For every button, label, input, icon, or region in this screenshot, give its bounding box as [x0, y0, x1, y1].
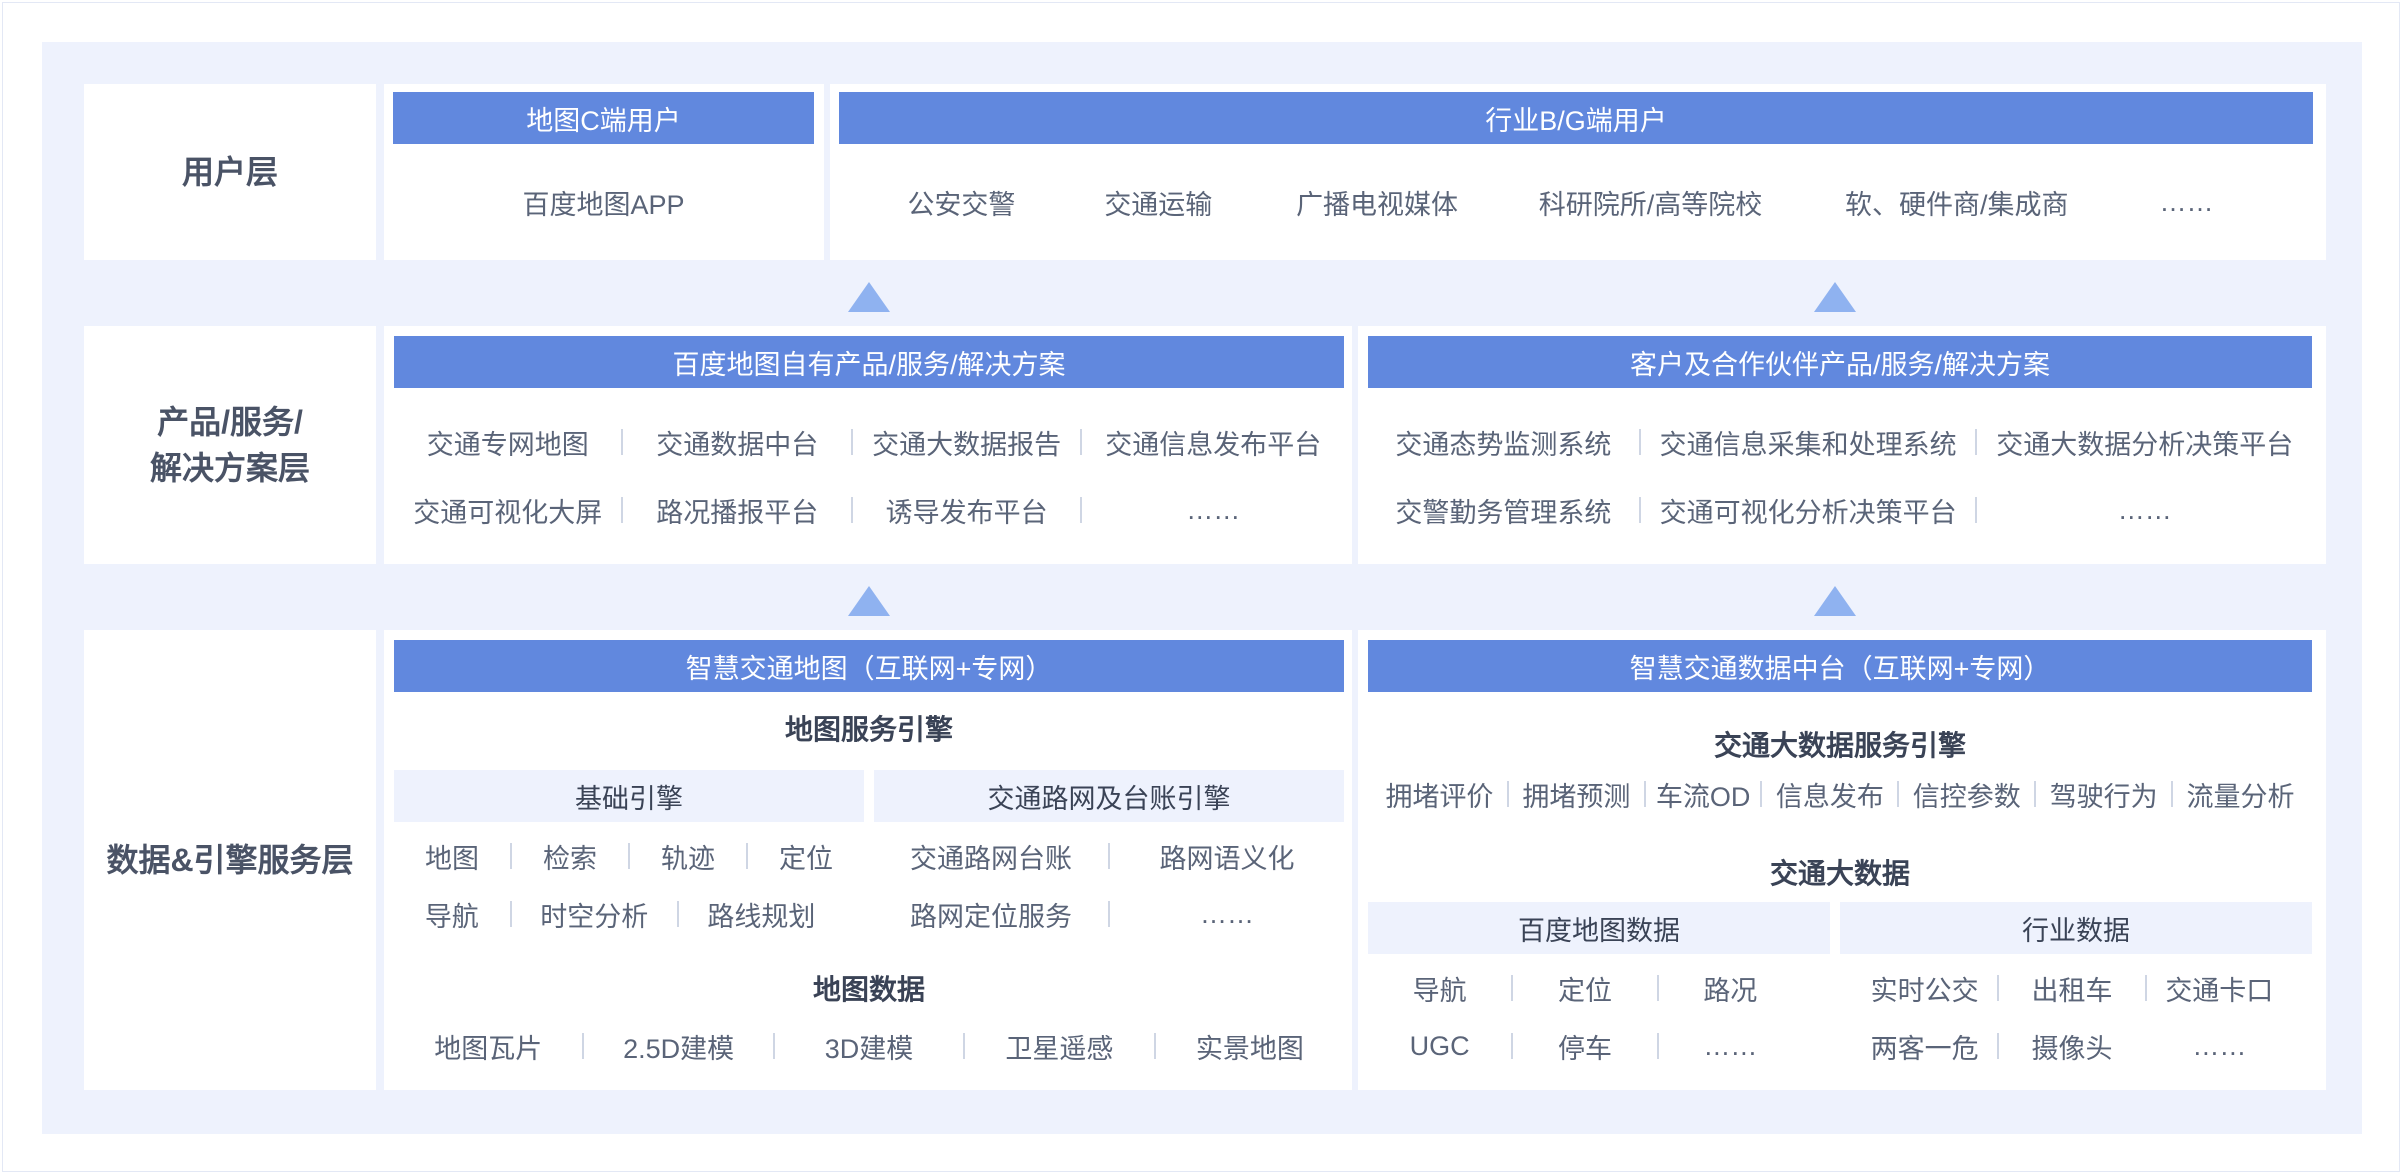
industry-data-row2: 两客一危 摄像头 …… [1852, 1026, 2292, 1066]
product-left-item: 交通可视化大屏 [413, 497, 603, 528]
user-bg-row: 公安交警 交通运输 广播电视媒体 科研院所/高等院校 软、硬件商/集成商 …… [863, 182, 2263, 222]
product-layer-label-line2: 解决方案层 [149, 450, 310, 486]
product-right-item: 交通信息采集和处理系统 [1659, 429, 1957, 460]
product-left-row1: 交通专网地图 交通数据中台 交通大数据报告 交通信息发布平台 [394, 422, 1344, 462]
product-right-item: 交警勤务管理系统 [1395, 497, 1612, 528]
basic-engine-item: 轨迹 [661, 843, 715, 874]
industry-data-item: 实时公交 [1870, 975, 1979, 1006]
road-engine-item: …… [1200, 898, 1254, 929]
industry-data-item: 两客一危 [1870, 1033, 1979, 1064]
map-engine-title: 地图服务引擎 [784, 714, 953, 745]
basic-engine-item: 时空分析 [540, 901, 649, 932]
road-engine-item: 路网语义化 [1159, 843, 1295, 874]
map-data-title: 地图数据 [812, 974, 925, 1005]
big-data-engine-item: 车流OD [1655, 781, 1751, 812]
map-data-item: 2.5D建模 [623, 1033, 735, 1064]
basic-engine-row2: 导航 时空分析 路线规划 [394, 894, 844, 934]
product-left-item: 交通信息发布平台 [1105, 429, 1322, 460]
industry-data-row1: 实时公交 出租车 交通卡口 [1852, 968, 2292, 1008]
big-data-engine-item: 拥堵评价 [1385, 781, 1494, 812]
map-data-item: 卫星遥感 [1005, 1033, 1114, 1064]
arrow-up-icon [848, 282, 890, 312]
road-engine-title: 交通路网及台账引擎 [874, 770, 1344, 822]
product-right-item: 交通大数据分析决策平台 [1996, 429, 2294, 460]
baidu-data-item: 路况 [1703, 975, 1758, 1006]
big-data-engine-item: 信控参数 [1912, 781, 2021, 812]
industry-data-item: 出租车 [2031, 975, 2113, 1006]
baidu-data-row1: 导航 定位 路况 [1368, 968, 1802, 1008]
user-bg-header: 行业B/G端用户 [839, 92, 2313, 144]
industry-data-item: 摄像头 [2031, 1033, 2113, 1064]
basic-engine-item: 地图 [425, 843, 479, 874]
baidu-data-title: 百度地图数据 [1368, 902, 1830, 954]
data-left-header: 智慧交通地图（互联网+专网） [394, 640, 1344, 692]
baidu-data-item: 定位 [1557, 975, 1612, 1006]
user-bg-item: 交通运输 [1104, 189, 1213, 220]
basic-engine-item: 检索 [543, 843, 597, 874]
basic-engine-item: 导航 [424, 901, 479, 932]
basic-engine-row1: 地图 检索 轨迹 定位 [394, 836, 864, 876]
product-left-item: 交通专网地图 [426, 429, 589, 460]
big-data-engine-row: 拥堵评价 拥堵预测 车流OD 信息发布 信控参数 驾驶行为 流量分析 [1372, 774, 2308, 814]
industry-data-title: 行业数据 [1840, 902, 2312, 954]
user-layer-label: 用户层 [181, 153, 278, 190]
big-data-engine-item: 驾驶行为 [2049, 781, 2158, 812]
map-data-item: 3D建模 [824, 1033, 914, 1064]
road-engine-row1: 交通路网台账 路网语义化 [874, 836, 1344, 876]
big-data-engine-item: 信息发布 [1775, 781, 1884, 812]
baidu-data-item: 导航 [1412, 975, 1467, 1006]
product-left-item: 交通大数据报告 [872, 429, 1062, 460]
product-left-item: 诱导发布平台 [885, 497, 1048, 528]
data-layer-label: 数据&引擎服务层 [106, 841, 354, 878]
product-right-row2: 交警勤务管理系统 交通可视化分析决策平台 …… [1368, 490, 2312, 530]
product-left-item: …… [1186, 494, 1241, 525]
product-left-header: 百度地图自有产品/服务/解决方案 [394, 336, 1344, 388]
map-data-item: 地图瓦片 [434, 1033, 543, 1064]
arrow-up-icon [848, 586, 890, 616]
user-bg-item: 科研院所/高等院校 [1538, 189, 1763, 220]
product-right-header: 客户及合作伙伴产品/服务/解决方案 [1368, 336, 2312, 388]
baidu-data-item: …… [1703, 1030, 1758, 1061]
product-layer-label: 产品/服务/ 解决方案层 [84, 326, 376, 564]
user-c-item: 百度地图APP [522, 189, 685, 220]
user-bg-item: …… [2159, 186, 2214, 217]
arrow-up-icon [1814, 586, 1856, 616]
user-c-row: 百度地图APP [393, 182, 814, 222]
big-data-engine-title: 交通大数据服务引擎 [1713, 730, 1966, 761]
industry-data-item: …… [2192, 1030, 2247, 1061]
road-engine-row2: 路网定位服务 …… [874, 894, 1344, 934]
product-left-row2: 交通可视化大屏 路况播报平台 诱导发布平台 …… [394, 490, 1344, 530]
baidu-data-item: 停车 [1557, 1033, 1612, 1064]
product-right-item: 交通可视化分析决策平台 [1659, 497, 1957, 528]
big-data-engine-item: 流量分析 [2186, 781, 2295, 812]
product-right-item: 交通态势监测系统 [1395, 429, 1612, 460]
baidu-data-item: UGC [1409, 1030, 1470, 1061]
product-right-item: …… [2117, 494, 2172, 525]
baidu-data-row2: UGC 停车 …… [1368, 1026, 1802, 1066]
road-engine-item: 路网定位服务 [910, 901, 1072, 932]
data-right-header: 智慧交通数据中台（互联网+专网） [1368, 640, 2312, 692]
road-engine-item: 交通路网台账 [910, 843, 1072, 874]
product-left-item: 路况播报平台 [656, 497, 819, 528]
product-right-row1: 交通态势监测系统 交通信息采集和处理系统 交通大数据分析决策平台 [1368, 422, 2312, 462]
arrow-up-icon [1814, 282, 1856, 312]
big-data-engine-item: 拥堵预测 [1522, 781, 1631, 812]
user-c-header: 地图C端用户 [393, 92, 814, 144]
big-data-title: 交通大数据 [1769, 858, 1910, 889]
map-data-item: 实景地图 [1195, 1033, 1304, 1064]
basic-engine-item: 定位 [779, 843, 833, 874]
basic-engine-item: 路线规划 [707, 901, 816, 932]
basic-engine-title: 基础引擎 [394, 770, 864, 822]
user-bg-item: 公安交警 [907, 189, 1016, 220]
product-layer-label-line1: 产品/服务/ [157, 403, 303, 440]
map-data-row: 地图瓦片 2.5D建模 3D建模 卫星遥感 实景地图 [394, 1026, 1344, 1066]
industry-data-item: 交通卡口 [2165, 975, 2274, 1006]
user-bg-item: 软、硬件商/集成商 [1844, 189, 2069, 220]
product-left-item: 交通数据中台 [656, 429, 819, 460]
user-bg-item: 广播电视媒体 [1296, 189, 1459, 220]
